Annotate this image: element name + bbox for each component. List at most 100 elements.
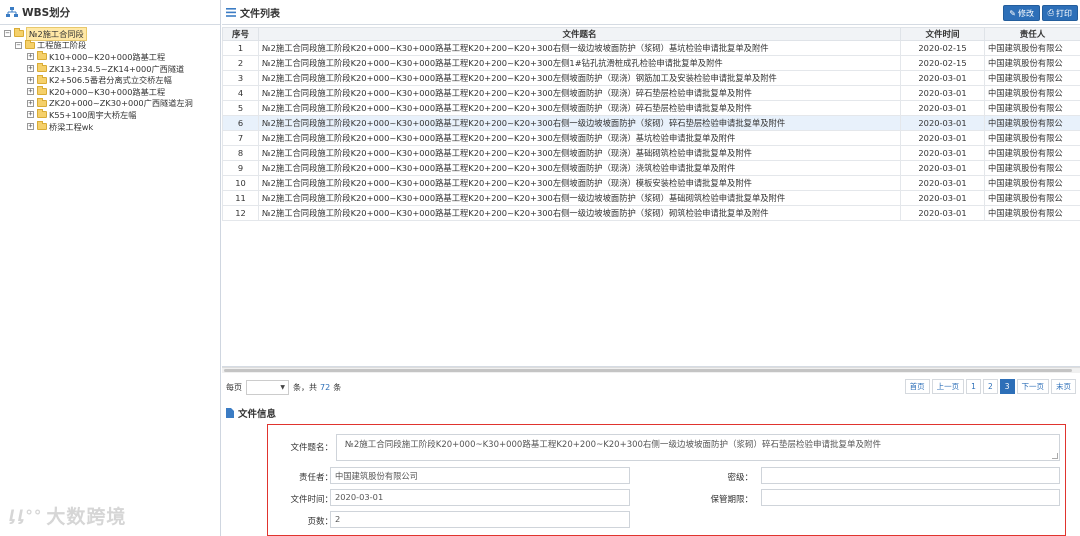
row-index: 10: [222, 175, 259, 191]
page-buttons: 首页 上一页 1 2 3 下一页 末页: [903, 379, 1076, 394]
folder-icon: [14, 28, 24, 38]
table-row[interactable]: 3 №2施工合同段施工阶段K20+000~K30+000路基工程K20+200~K…: [222, 70, 1080, 86]
tree-node-item[interactable]: + ZK20+000~ZK30+000广西隧道左洞: [0, 97, 220, 110]
row-index: 5: [222, 100, 259, 116]
file-info-title: 文件信息: [238, 409, 277, 420]
per-page-label: 每页: [226, 382, 242, 392]
table-row[interactable]: 5 №2施工合同段施工阶段K20+000~K30+000路基工程K20+200~K…: [222, 100, 1080, 116]
next-page-button[interactable]: 下一页: [1016, 379, 1049, 394]
prev-page-button[interactable]: 上一页: [931, 379, 965, 394]
pencil-icon: ✎: [1009, 8, 1016, 18]
file-list-title: 文件列表: [240, 8, 280, 20]
table-row[interactable]: 1 №2施工合同段施工阶段K20+000~K30+000路基工程K20+200~K…: [222, 40, 1080, 56]
table-header-row: 序号 文件题名 文件时间 责任人: [222, 27, 1080, 41]
row-index: 9: [222, 160, 259, 176]
file-name-label: 文件题名：: [290, 443, 333, 453]
table-row[interactable]: 10 №2施工合同段施工阶段K20+000~K30+000路基工程K20+200~…: [222, 175, 1080, 191]
row-file-name: №2施工合同段施工阶段K20+000~K30+000路基工程K20+200~K2…: [258, 55, 901, 71]
table-row[interactable]: 12 №2施工合同段施工阶段K20+000~K30+000路基工程K20+200~…: [222, 205, 1080, 221]
page-button-1[interactable]: 1: [966, 379, 981, 394]
edit-button[interactable]: ✎ 修改: [1003, 5, 1040, 21]
per-page-select[interactable]: ▼: [246, 379, 289, 395]
page-button-3[interactable]: 3: [999, 379, 1015, 394]
tree-node-root[interactable]: − №2施工合同段: [0, 26, 220, 41]
tree-node-item[interactable]: + K20+000~K30+000路基工程: [0, 86, 220, 98]
row-index: 11: [222, 190, 259, 206]
retention-label: 保管期限：: [710, 495, 753, 505]
row-owner: 中国建筑股份有限公: [984, 100, 1080, 116]
print-button[interactable]: ⎙ 打印: [1041, 5, 1078, 21]
scrollbar-thumb[interactable]: [224, 369, 1072, 372]
tree-node-label: K55+100周宇大桥左幅: [49, 109, 137, 120]
owner-field[interactable]: 中国建筑股份有限公司: [330, 467, 630, 484]
row-file-name: №2施工合同段施工阶段K20+000~K30+000路基工程K20+200~K2…: [258, 205, 901, 221]
retention-field[interactable]: [761, 489, 1060, 506]
watermark-text: 大数跨境: [46, 506, 127, 528]
printer-icon: ⎙: [1047, 8, 1054, 17]
expand-icon[interactable]: +: [27, 123, 34, 131]
page-button-2[interactable]: 2: [982, 379, 998, 394]
row-file-date: 2020-03-01: [900, 145, 985, 161]
caret-down-icon: ▼: [280, 383, 285, 391]
table-row[interactable]: 11 №2施工合同段施工阶段K20+000~K30+000路基工程K20+200~…: [222, 190, 1080, 206]
secret-level-field[interactable]: [761, 467, 1060, 484]
row-owner: 中国建筑股份有限公: [984, 160, 1080, 176]
expand-icon[interactable]: +: [27, 111, 34, 119]
tree-node-label: ZK20+000~ZK30+000广西隧道左洞: [49, 98, 193, 109]
tree-node-item[interactable]: + K2+506.5番君分离式立交桥左幅: [0, 74, 220, 86]
collapse-icon[interactable]: −: [15, 41, 22, 49]
row-owner: 中国建筑股份有限公: [984, 115, 1080, 131]
table-row[interactable]: 2 №2施工合同段施工阶段K20+000~K30+000路基工程K20+200~K…: [222, 55, 1080, 71]
last-page-button[interactable]: 末页: [1051, 379, 1076, 394]
page-count-field[interactable]: 2: [330, 511, 630, 528]
print-button-label: 打印: [1056, 8, 1072, 18]
edit-button-label: 修改: [1018, 8, 1034, 18]
row-owner: 中国建筑股份有限公: [984, 205, 1080, 221]
tree-node-item[interactable]: + 桥梁工程wk: [0, 121, 220, 133]
table-row[interactable]: 8 №2施工合同段施工阶段K20+000~K30+000路基工程K20+200~K…: [222, 145, 1080, 161]
wbs-panel-header: WBS划分: [0, 0, 220, 25]
expand-icon[interactable]: +: [27, 76, 34, 84]
file-date-label: 文件时间：: [290, 495, 333, 505]
table-row[interactable]: 7 №2施工合同段施工阶段K20+000~K30+000路基工程K20+200~K…: [222, 130, 1080, 146]
per-page-unit: 条，共: [293, 382, 317, 392]
tree-node-stage[interactable]: − 工程施工阶段: [0, 39, 220, 52]
tree-node-item[interactable]: + ZK13+234.5~ZK14+000广西隧道: [0, 63, 220, 75]
tree-node-item[interactable]: + K55+100周宇大桥左幅: [0, 109, 220, 121]
main-panel: 文件列表 ✎ 修改 ⎙ 打印 序号 文件题名 文件时间 责任人 1 №2施工合同…: [222, 0, 1080, 536]
row-file-name: №2施工合同段施工阶段K20+000~K30+000路基工程K20+200~K2…: [258, 190, 901, 206]
tree-node-item[interactable]: + K10+000~K20+000路基工程: [0, 51, 220, 63]
table-row[interactable]: 4 №2施工合同段施工阶段K20+000~K30+000路基工程K20+200~K…: [222, 85, 1080, 101]
table-row[interactable]: 9 №2施工合同段施工阶段K20+000~K30+000路基工程K20+200~K…: [222, 160, 1080, 176]
expand-icon[interactable]: +: [27, 88, 34, 96]
folder-icon: [25, 39, 35, 49]
expand-icon[interactable]: +: [27, 65, 34, 73]
column-header-owner[interactable]: 责任人: [984, 27, 1080, 41]
row-index: 1: [222, 40, 259, 56]
column-header-name[interactable]: 文件题名: [258, 27, 901, 41]
wbs-tree: − №2施工合同段 − 工程施工阶段 + K10+000~K20+000路基工程…: [0, 25, 220, 132]
row-file-name: №2施工合同段施工阶段K20+000~K30+000路基工程K20+200~K2…: [258, 160, 901, 176]
first-page-button[interactable]: 首页: [904, 379, 930, 394]
folder-icon: [37, 97, 47, 107]
file-date-value: 2020-03-01: [335, 492, 384, 502]
watermark-logo-icon: ᶅᶅ°°: [8, 506, 43, 525]
resize-handle-icon[interactable]: [1052, 453, 1058, 459]
tree-node-label: 桥梁工程wk: [49, 121, 94, 132]
row-owner: 中国建筑股份有限公: [984, 40, 1080, 56]
column-header-date[interactable]: 文件时间: [900, 27, 985, 41]
file-name-field[interactable]: №2施工合同段施工阶段K20+000~K30+000路基工程K20+200~K2…: [336, 434, 1060, 461]
folder-icon: [37, 86, 47, 96]
table-row[interactable]: 6 №2施工合同段施工阶段K20+000~K30+000路基工程K20+200~K…: [222, 115, 1080, 131]
file-date-field[interactable]: 2020-03-01: [330, 489, 630, 506]
expand-icon[interactable]: +: [27, 99, 34, 107]
list-icon: [226, 7, 236, 17]
expand-icon[interactable]: +: [27, 53, 34, 61]
row-file-date: 2020-02-15: [900, 40, 985, 56]
column-header-index[interactable]: 序号: [222, 27, 259, 41]
horizontal-scrollbar[interactable]: [222, 367, 1080, 373]
row-owner: 中国建筑股份有限公: [984, 55, 1080, 71]
collapse-icon[interactable]: −: [4, 30, 11, 38]
row-file-date: 2020-03-01: [900, 160, 985, 176]
row-index: 8: [222, 145, 259, 161]
